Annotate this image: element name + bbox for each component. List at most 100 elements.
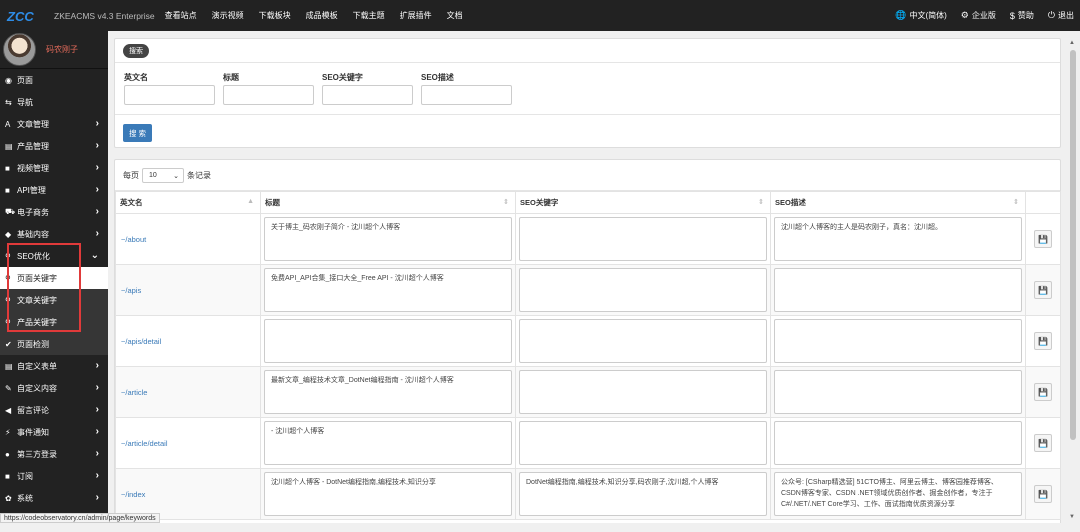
- sidebar-item[interactable]: ◆ 基础内容 ›: [0, 223, 108, 245]
- sidebar-item-label: 导航: [17, 97, 33, 107]
- description-textarea[interactable]: [774, 319, 1022, 363]
- chevron-right-icon: ›: [95, 228, 99, 239]
- save-button[interactable]: 💾: [1034, 332, 1052, 350]
- url-link[interactable]: ~/article/detail: [115, 417, 261, 469]
- nav-view-site[interactable]: 查看站点: [165, 10, 197, 21]
- column-seo-keywords[interactable]: SEO关键字 ⇕: [515, 191, 771, 214]
- column-english-name[interactable]: 英文名 ▲: [115, 191, 261, 214]
- logo[interactable]: ZCC: [4, 0, 48, 31]
- horizontal-scrollbar[interactable]: [0, 523, 1080, 532]
- save-button[interactable]: 💾: [1034, 434, 1052, 452]
- sidebar-item[interactable]: ◉ 页面: [0, 69, 108, 91]
- sidebar-item[interactable]: ✿ 系统 ›: [0, 487, 108, 509]
- save-button[interactable]: 💾: [1034, 281, 1052, 299]
- vertical-scrollbar[interactable]: ▲ ▼: [1068, 38, 1078, 522]
- nav-plugins[interactable]: 扩展插件: [400, 10, 432, 21]
- sidebar-item[interactable]: A 文章管理 ›: [0, 113, 108, 135]
- sidebar-item[interactable]: ■ 视频管理 ›: [0, 157, 108, 179]
- keywords-textarea[interactable]: [519, 421, 767, 465]
- chevron-down-icon: ⌄: [173, 172, 179, 180]
- title-textarea[interactable]: 免费API_API合集_接口大全_Free API - 沈川超个人博客: [264, 268, 512, 312]
- nav-download-blocks[interactable]: 下载板块: [259, 10, 291, 21]
- description-textarea[interactable]: [774, 421, 1022, 465]
- bolt-icon: ⚡: [5, 427, 11, 437]
- nav-docs[interactable]: 文档: [447, 10, 463, 21]
- per-page-suffix: 条记录: [187, 170, 211, 180]
- title-textarea[interactable]: 关于博主_码农刚子简介 - 沈川超个人博客: [264, 217, 512, 261]
- title-input[interactable]: [223, 85, 314, 105]
- scroll-down-icon[interactable]: ▼: [1069, 514, 1075, 520]
- sidebar-item[interactable]: ⚲ 产品关键字: [0, 311, 108, 333]
- nav-demo-video[interactable]: 演示视频: [212, 10, 244, 21]
- seo-description-input[interactable]: [421, 85, 512, 105]
- sidebar-item-label: 页面检测: [17, 339, 49, 349]
- save-button[interactable]: 💾: [1034, 383, 1052, 401]
- url-link[interactable]: ~/article: [115, 366, 261, 418]
- column-seo-description[interactable]: SEO描述 ⇕: [770, 191, 1026, 214]
- keywords-textarea[interactable]: [519, 370, 767, 414]
- page-length-select[interactable]: 10 ⌄: [142, 167, 184, 183]
- title-cell: [260, 315, 516, 367]
- description-textarea[interactable]: [774, 370, 1022, 414]
- keywords-textarea[interactable]: [519, 268, 767, 312]
- keywords-textarea[interactable]: DotNet编程指南,编程技术,知识分享,码农刚子,沈川超,个人博客: [519, 472, 767, 516]
- url-link[interactable]: ~/about: [115, 213, 261, 265]
- sidebar-item[interactable]: ⛟ 电子商务 ›: [0, 201, 108, 223]
- title-textarea[interactable]: 沈川超个人博客 - DotNet编程指南,编程技术,知识分享: [264, 472, 512, 516]
- sidebar-item[interactable]: ⚡ 事件通知 ›: [0, 421, 108, 443]
- search-panel: 搜索 英文名 标题 SEO关键字 SEO描述 搜 索: [114, 38, 1061, 148]
- url-link[interactable]: ~/index: [115, 468, 261, 520]
- chevron-right-icon: ›: [95, 382, 99, 393]
- title-textarea[interactable]: [264, 319, 512, 363]
- search-button[interactable]: 搜 索: [123, 124, 152, 142]
- sidebar-item-label: API管理: [17, 185, 46, 195]
- search-icon: ⚲: [5, 273, 11, 283]
- nav-templates[interactable]: 成品模板: [306, 10, 338, 21]
- sidebar-item[interactable]: ▤ 产品管理 ›: [0, 135, 108, 157]
- description-textarea[interactable]: [774, 268, 1022, 312]
- url-link[interactable]: ~/apis/detail: [115, 315, 261, 367]
- description-textarea[interactable]: 公众号: [CSharp精选营] 51CTO博主、阿里云博主、博客园推荐博客、C…: [774, 472, 1022, 516]
- description-textarea[interactable]: 沈川超个人博客的主人是码农刚子，真名：沈川超。: [774, 217, 1022, 261]
- form-icon: ▤: [5, 361, 13, 371]
- sidebar-item[interactable]: ✎ 自定义内容 ›: [0, 377, 108, 399]
- status-bar-url: https://codeobservatory.cn/admin/page/ke…: [0, 513, 160, 523]
- title-textarea[interactable]: - 沈川超个人博客: [264, 421, 512, 465]
- sidebar-item[interactable]: ▤ 自定义表单 ›: [0, 355, 108, 377]
- save-button[interactable]: 💾: [1034, 485, 1052, 503]
- sidebar-item[interactable]: ● 第三方登录 ›: [0, 443, 108, 465]
- edit-icon: ✎: [5, 383, 12, 393]
- sidebar-item-label: 自定义表单: [17, 361, 57, 371]
- save-button[interactable]: 💾: [1034, 230, 1052, 248]
- english-name-input[interactable]: [124, 85, 215, 105]
- logout-link[interactable]: ⏻ 退出: [1048, 10, 1074, 21]
- sidebar-item[interactable]: ⚲ SEO优化 ⌄: [0, 245, 108, 267]
- table-row: ~/article 最新文章_编程技术文章_DotNet编程指南 - 沈川超个人博…: [115, 366, 1061, 418]
- seo-keywords-input[interactable]: [322, 85, 413, 105]
- title-cell: - 沈川超个人博客: [260, 417, 516, 469]
- title-textarea[interactable]: 最新文章_编程技术文章_DotNet编程指南 - 沈川超个人博客: [264, 370, 512, 414]
- description-cell: [770, 366, 1026, 418]
- keywords-cell: [515, 264, 771, 316]
- scrollbar-thumb[interactable]: [1070, 50, 1076, 440]
- top-navbar: ZCC ZKEACMS v4.3 Enterprise 查看站点 演示视频 下载…: [0, 0, 1080, 31]
- scroll-up-icon[interactable]: ▲: [1069, 40, 1075, 46]
- sponsor-link[interactable]: $ 赞助: [1010, 10, 1034, 21]
- column-title[interactable]: 标题 ⇕: [260, 191, 516, 214]
- enterprise-link[interactable]: ⚙ 企业版: [961, 10, 996, 21]
- sidebar-item[interactable]: ⚲ 文章关键字: [0, 289, 108, 311]
- nav-download-themes[interactable]: 下载主题: [353, 10, 385, 21]
- keywords-cell: [515, 366, 771, 418]
- url-link[interactable]: ~/apis: [115, 264, 261, 316]
- sidebar-item[interactable]: ■ API管理 ›: [0, 179, 108, 201]
- sidebar-item[interactable]: ⇆ 导航: [0, 91, 108, 113]
- language-link[interactable]: 🌐 中文(简体): [895, 10, 947, 21]
- floppy-disk-icon: 💾: [1038, 438, 1048, 448]
- keywords-textarea[interactable]: [519, 319, 767, 363]
- sidebar-item[interactable]: ◀ 留言评论 ›: [0, 399, 108, 421]
- keywords-cell: [515, 213, 771, 265]
- sidebar-item[interactable]: ⚲ 页面关键字: [0, 267, 108, 289]
- sidebar-item[interactable]: ✔ 页面检测: [0, 333, 108, 355]
- keywords-textarea[interactable]: [519, 217, 767, 261]
- sidebar-item[interactable]: ■ 订阅 ›: [0, 465, 108, 487]
